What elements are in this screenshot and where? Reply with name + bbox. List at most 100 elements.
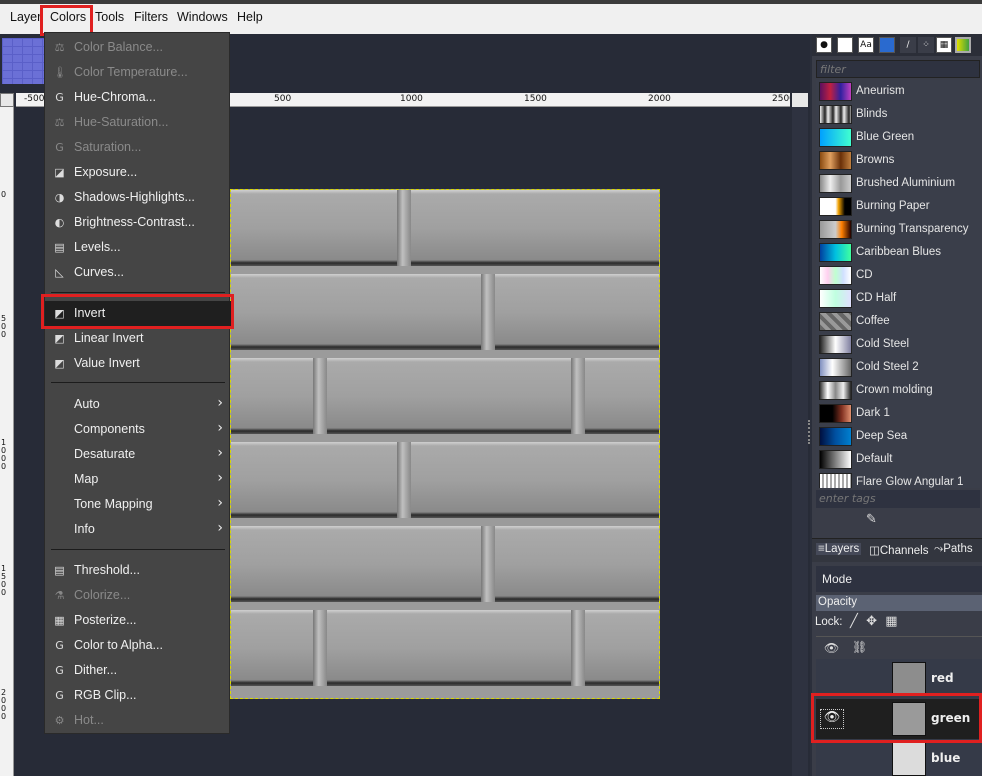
gradient-tab-icon[interactable] [955,37,971,53]
menu-help[interactable]: Help [237,10,263,24]
document-tab-icon[interactable] [879,37,895,53]
menu-item-dither[interactable]: G Dither... [45,658,231,683]
menu-item-desaturate[interactable]: Desaturate › [45,442,231,467]
menu-item-info[interactable]: Info › [45,517,231,542]
menu-filters[interactable]: Filters [134,10,168,24]
gradient-name: Caribbean Blues [856,246,942,258]
menu-item-exposure[interactable]: ◪ Exposure... [45,160,231,185]
menu-item-hot[interactable]: ⚙ Hot... [45,708,231,733]
gradient-item[interactable]: Burning Paper [816,195,980,218]
gradient-swatch [819,289,852,308]
layer-row-blue[interactable]: blue [816,739,982,776]
chevron-right-icon: › [217,445,223,461]
menu-item-levels[interactable]: ▤ Levels... [45,235,231,260]
brush-tab-icon[interactable]: ● [816,37,832,53]
menu-item-map[interactable]: Map › [45,467,231,492]
image-thumbnail[interactable] [2,38,44,84]
ruler-tick: 1000 [400,94,423,104]
vertical-ruler[interactable]: 0 5 0 0 1 0 0 0 1 5 0 0 2 0 0 0 [0,107,14,776]
gradient-item[interactable]: Default [816,448,980,471]
menu-item-hue-chroma[interactable]: G Hue-Chroma... [45,85,231,110]
tab-layers[interactable]: ≡Layers [816,543,862,555]
image-canvas[interactable] [230,189,660,699]
menu-item-posterize[interactable]: ▦ Posterize... [45,608,231,633]
menu-item-label: Dither... [74,663,118,677]
brick-row [231,526,659,602]
menu-item-label: Auto [74,397,100,411]
gradient-item[interactable]: Brushed Aluminium [816,172,980,195]
gradient-item[interactable]: Blinds [816,103,980,126]
menu-item-colorize[interactable]: ⚗ Colorize... [45,583,231,608]
menu-layer[interactable]: Layer [10,10,41,24]
menu-item-color-balance[interactable]: ⚖ Color Balance... [45,35,231,60]
menu-item-components[interactable]: Components › [45,417,231,442]
menu-item-rgb-clip[interactable]: G RGB Clip... [45,683,231,708]
gradient-item[interactable]: Caribbean Blues [816,241,980,264]
lock-alpha-icon[interactable]: ▦ [885,614,897,629]
gradient-name: Coffee [856,315,890,327]
menu-tools[interactable]: Tools [95,10,124,24]
gradient-item[interactable]: Deep Sea [816,425,980,448]
menu-item-hue-saturation[interactable]: ⚖ Hue-Saturation... [45,110,231,135]
gradient-item[interactable]: CD [816,264,980,287]
gradient-list[interactable]: Aneurism Blinds Blue Green Browns Brushed Al… [816,80,980,488]
menu-item-brightness-contrast[interactable]: ◐ Brightness-Contrast... [45,210,231,235]
gradient-name: Default [856,453,893,465]
opacity-slider[interactable]: Opacity [816,595,982,611]
tab-paths[interactable]: ⤳Paths [934,543,973,556]
gradient-swatch [819,151,852,170]
menu-item-curves[interactable]: ◺ Curves... [45,260,231,285]
menu-item-saturation[interactable]: G Saturation... [45,135,231,160]
menu-separator [51,382,225,383]
gradient-item[interactable]: Dark 1 [816,402,980,425]
gradient-name: CD [856,269,873,281]
menu-item-tone-mapping[interactable]: Tone Mapping › [45,492,231,517]
levels-icon: ▤ [54,241,65,254]
tags-input[interactable]: enter tags [816,490,980,508]
menu-item-label: Components [74,422,145,436]
pattern-grid-icon[interactable]: ▦ [936,37,952,53]
dynamics-tab-icon[interactable]: ⁘ [918,37,934,53]
pattern-tab-icon[interactable] [837,37,853,53]
menu-item-label: RGB Clip... [74,688,137,702]
gradient-item[interactable]: Burning Transparency [816,218,980,241]
brush-tool-icon[interactable]: / [900,37,916,53]
gradient-swatch [819,473,852,488]
layer-mode-select[interactable]: Mode [816,566,982,592]
vertical-scrollbar[interactable] [792,107,808,776]
menu-item-color-temperature[interactable]: 🌡 Color Temperature... [45,60,231,85]
gradient-item[interactable]: Cold Steel 2 [816,356,980,379]
chain-header-icon: ⛓ [852,640,868,654]
menu-item-color-to-alpha[interactable]: G Color to Alpha... [45,633,231,658]
gradient-item[interactable]: Blue Green [816,126,980,149]
ruler-tick: 2 0 0 0 [1,688,7,721]
lock-position-icon[interactable]: ✥ [866,614,877,629]
font-tab-icon[interactable]: Aa [858,37,874,53]
gradient-item[interactable]: Flare Glow Angular 1 [816,471,980,488]
brightness-contrast-icon: ◐ [54,216,65,229]
gradient-filter-input[interactable]: filter [816,60,980,78]
zoom-icon[interactable] [792,93,808,107]
gradient-item[interactable]: Cold Steel [816,333,980,356]
brick-joint [313,358,327,434]
gradient-name: Cold Steel 2 [856,361,919,373]
menu-item-auto[interactable]: Auto › [45,392,231,417]
menu-item-value-invert[interactable]: ◩ Value Invert [45,351,231,376]
gradient-item[interactable]: Aneurism [816,80,980,103]
gradient-item[interactable]: CD Half [816,287,980,310]
edit-gradient-icon[interactable]: ✎ [866,512,877,527]
menu-windows[interactable]: Windows [177,10,228,24]
menu-item-linear-invert[interactable]: ◩ Linear Invert [45,326,231,351]
menu-separator [51,292,225,293]
gradient-item[interactable]: Browns [816,149,980,172]
gradient-swatch [819,312,852,331]
gradient-item[interactable]: Crown molding [816,379,980,402]
quick-mask-toggle[interactable] [0,93,14,107]
gradient-item[interactable]: Coffee [816,310,980,333]
menu-item-shadows-highlights[interactable]: ◑ Shadows-Highlights... [45,185,231,210]
lock-icons[interactable]: ╱ ✥ ▦ [850,614,898,629]
lock-pixels-icon[interactable]: ╱ [850,614,858,629]
tab-channels[interactable]: ◫Channels [869,543,928,557]
menu-item-threshold[interactable]: ▤ Threshold... [45,558,231,583]
gradient-swatch [819,427,852,446]
